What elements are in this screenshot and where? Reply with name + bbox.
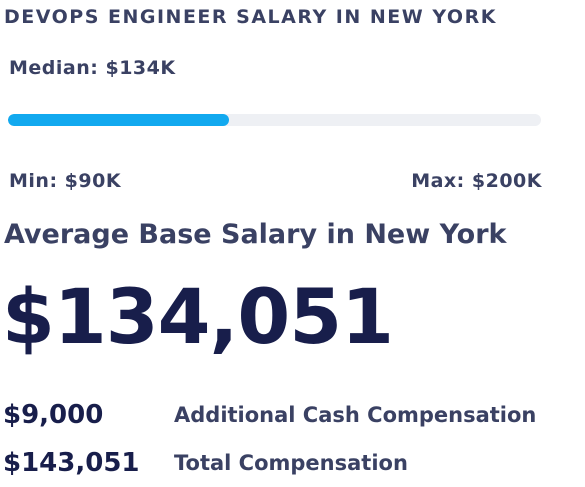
- additional-cash-label: Additional Cash Compensation: [174, 403, 537, 427]
- average-salary-value: $134,051: [2, 272, 394, 361]
- median-label: Median: $134K: [9, 57, 176, 79]
- max-salary-label: Max: $200K: [411, 170, 542, 192]
- salary-range-bar-fill: [8, 114, 230, 126]
- average-salary-title: Average Base Salary in New York: [4, 219, 507, 250]
- min-salary-label: Min: $90K: [9, 170, 122, 192]
- total-compensation-amount: $143,051: [3, 448, 140, 478]
- total-compensation-label: Total Compensation: [174, 451, 408, 475]
- salary-widget: { "header": { "title": "DEVOPS ENGINEER …: [0, 0, 585, 487]
- salary-range-bar: [8, 114, 541, 126]
- page-title: DEVOPS ENGINEER SALARY IN NEW YORK: [4, 6, 497, 28]
- additional-cash-amount: $9,000: [3, 400, 104, 430]
